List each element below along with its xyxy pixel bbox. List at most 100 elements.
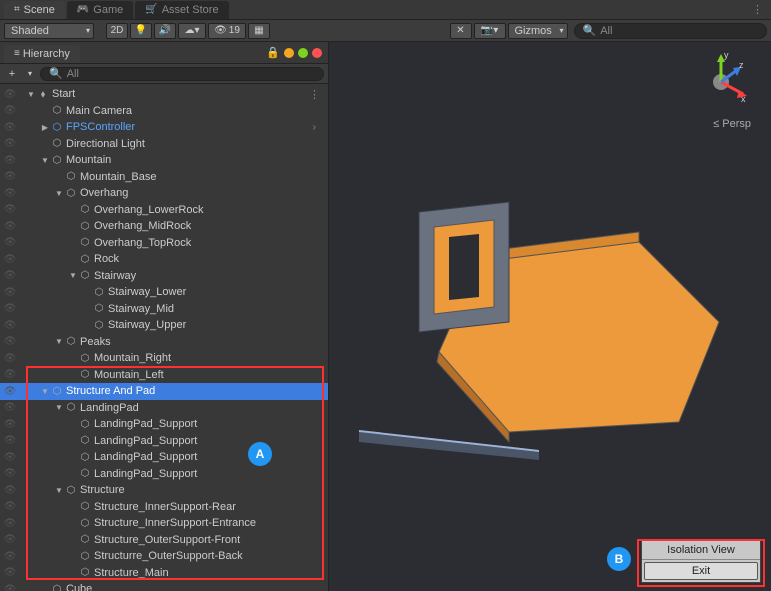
hierarchy-node[interactable]: 👁⬡Mountain_Base — [0, 169, 328, 186]
hierarchy-node[interactable]: 👁⬡Structure_Main — [0, 565, 328, 582]
hierarchy-node[interactable]: 👁⬡LandingPad — [0, 400, 328, 417]
scene-viewport[interactable]: y x z ≤ Persp Isolation View Exit — [329, 42, 771, 591]
hierarchy-node[interactable]: 👁⬡Stairway — [0, 268, 328, 285]
hierarchy-node[interactable]: 👁⬡Structure — [0, 482, 328, 499]
add-dropdown-icon[interactable]: ▾ — [22, 69, 38, 78]
hierarchy-node[interactable]: 👁⬡Overhang_LowerRock — [0, 202, 328, 219]
dot-red[interactable] — [312, 48, 322, 58]
hierarchy-node[interactable]: 👁⬡LandingPad_Support — [0, 433, 328, 450]
hierarchy-node[interactable]: 👁⬡Structure_InnerSupport-Rear — [0, 499, 328, 516]
visibility-toggle[interactable]: 👁 — [0, 320, 20, 331]
hierarchy-tree[interactable]: 👁⬧Start⋮👁⬡Main Camera👁⬡FPSController›👁⬡D… — [0, 84, 328, 591]
hidden-objects-toggle[interactable]: 👁 19 — [208, 23, 246, 39]
grid-toggle[interactable]: ▦ — [248, 23, 270, 39]
hierarchy-node[interactable]: 👁⬡Stairway_Lower — [0, 284, 328, 301]
visibility-toggle[interactable]: 👁 — [0, 551, 20, 562]
hierarchy-node[interactable]: 👁⬡Mountain — [0, 152, 328, 169]
visibility-toggle[interactable]: 👁 — [0, 485, 20, 496]
visibility-toggle[interactable]: 👁 — [0, 138, 20, 149]
hierarchy-node[interactable]: 👁⬡Stairway_Mid — [0, 301, 328, 318]
hierarchy-search[interactable]: 🔍 All — [40, 67, 324, 81]
visibility-toggle[interactable]: 👁 — [0, 221, 20, 232]
visibility-toggle[interactable]: 👁 — [0, 270, 20, 281]
visibility-toggle[interactable]: 👁 — [0, 419, 20, 430]
toolbar-more-icon[interactable]: ⋮ — [752, 3, 763, 16]
hierarchy-node[interactable]: 👁⬡Mountain_Right — [0, 350, 328, 367]
hierarchy-node[interactable]: 👁⬡Structure_OuterSupport-Front — [0, 532, 328, 549]
visibility-toggle[interactable]: 👁 — [0, 237, 20, 248]
visibility-toggle[interactable]: 👁 — [0, 171, 20, 182]
hierarchy-node[interactable]: 👁⬡LandingPad_Support — [0, 466, 328, 483]
dot-green[interactable] — [298, 48, 308, 58]
lock-icon[interactable]: 🔒 — [262, 46, 284, 59]
hierarchy-node[interactable]: 👁⬧Start⋮ — [0, 86, 328, 103]
tab-scene[interactable]: ⌗ Scene — [4, 1, 65, 19]
hierarchy-node[interactable]: 👁⬡Structure And Pad — [0, 383, 328, 400]
foldout-toggle[interactable] — [26, 90, 36, 99]
visibility-toggle[interactable]: 👁 — [0, 155, 20, 166]
visibility-toggle[interactable]: 👁 — [0, 386, 20, 397]
hierarchy-node[interactable]: 👁⬡Peaks — [0, 334, 328, 351]
foldout-toggle[interactable] — [40, 387, 50, 396]
hierarchy-node[interactable]: 👁⬡Structure_InnerSupport-Entrance — [0, 515, 328, 532]
hierarchy-node[interactable]: 👁⬡Directional Light — [0, 136, 328, 153]
chevron-right-icon[interactable]: › — [313, 122, 316, 133]
lighting-toggle[interactable]: 💡 — [130, 23, 152, 39]
visibility-toggle[interactable]: 👁 — [0, 534, 20, 545]
visibility-toggle[interactable]: 👁 — [0, 254, 20, 265]
visibility-toggle[interactable]: 👁 — [0, 204, 20, 215]
tools-button[interactable]: ✕ — [450, 23, 472, 39]
visibility-toggle[interactable]: 👁 — [0, 518, 20, 529]
visibility-toggle[interactable]: 👁 — [0, 89, 20, 100]
foldout-toggle[interactable] — [40, 123, 50, 132]
fx-toggle[interactable]: ☁▾ — [178, 23, 206, 39]
visibility-toggle[interactable]: 👁 — [0, 468, 20, 479]
hierarchy-node[interactable]: 👁⬡Stairway_Upper — [0, 317, 328, 334]
hierarchy-node[interactable]: 👁⬡Cube — [0, 581, 328, 591]
hierarchy-node[interactable]: 👁⬡LandingPad_Support — [0, 416, 328, 433]
hierarchy-node[interactable]: 👁⬡Mountain_Left — [0, 367, 328, 384]
audio-toggle[interactable]: 🔊 — [154, 23, 176, 39]
visibility-toggle[interactable]: 👁 — [0, 122, 20, 133]
hierarchy-node[interactable]: 👁⬡Main Camera — [0, 103, 328, 120]
foldout-toggle[interactable] — [54, 486, 64, 495]
visibility-toggle[interactable]: 👁 — [0, 303, 20, 314]
hierarchy-node[interactable]: 👁⬡Overhang_TopRock — [0, 235, 328, 252]
dot-orange[interactable] — [284, 48, 294, 58]
tab-game[interactable]: 🎮 Game — [67, 1, 133, 19]
hierarchy-node[interactable]: 👁⬡Structurre_OuterSupport-Back — [0, 548, 328, 565]
visibility-toggle[interactable]: 👁 — [0, 369, 20, 380]
tab-asset-store[interactable]: 🛒 Asset Store — [135, 1, 228, 19]
visibility-toggle[interactable]: 👁 — [0, 402, 20, 413]
foldout-toggle[interactable] — [54, 337, 64, 346]
visibility-toggle[interactable]: 👁 — [0, 452, 20, 463]
visibility-toggle[interactable]: 👁 — [0, 336, 20, 347]
visibility-toggle[interactable]: 👁 — [0, 353, 20, 364]
foldout-toggle[interactable] — [54, 189, 64, 198]
hierarchy-node[interactable]: 👁⬡Rock — [0, 251, 328, 268]
visibility-toggle[interactable]: 👁 — [0, 287, 20, 298]
scene-search[interactable]: 🔍 All — [574, 23, 768, 39]
visibility-toggle[interactable]: 👁 — [0, 188, 20, 199]
foldout-toggle[interactable] — [40, 156, 50, 165]
gizmos-dropdown[interactable]: Gizmos — [508, 23, 568, 39]
orientation-gizmo[interactable]: y x z — [691, 52, 751, 112]
foldout-toggle[interactable] — [68, 271, 78, 280]
hierarchy-node[interactable]: 👁⬡Overhang_MidRock — [0, 218, 328, 235]
hierarchy-tab[interactable]: ≡ Hierarchy — [4, 45, 80, 63]
projection-label[interactable]: ≤ Persp — [713, 118, 751, 130]
hierarchy-node[interactable]: 👁⬡LandingPad_Support — [0, 449, 328, 466]
shading-mode-dropdown[interactable]: Shaded — [4, 23, 94, 39]
foldout-toggle[interactable] — [54, 403, 64, 412]
hierarchy-node[interactable]: 👁⬡FPSController› — [0, 119, 328, 136]
add-button[interactable]: + — [4, 68, 20, 80]
hierarchy-node[interactable]: 👁⬡Overhang — [0, 185, 328, 202]
visibility-toggle[interactable]: 👁 — [0, 435, 20, 446]
visibility-toggle[interactable]: 👁 — [0, 501, 20, 512]
camera-button[interactable]: 📷▾ — [474, 23, 506, 39]
visibility-toggle[interactable]: 👁 — [0, 105, 20, 116]
isolation-exit-button[interactable]: Exit — [644, 562, 758, 580]
visibility-toggle[interactable]: 👁 — [0, 567, 20, 578]
mode-2d-button[interactable]: 2D — [106, 23, 128, 39]
visibility-toggle[interactable]: 👁 — [0, 584, 20, 591]
